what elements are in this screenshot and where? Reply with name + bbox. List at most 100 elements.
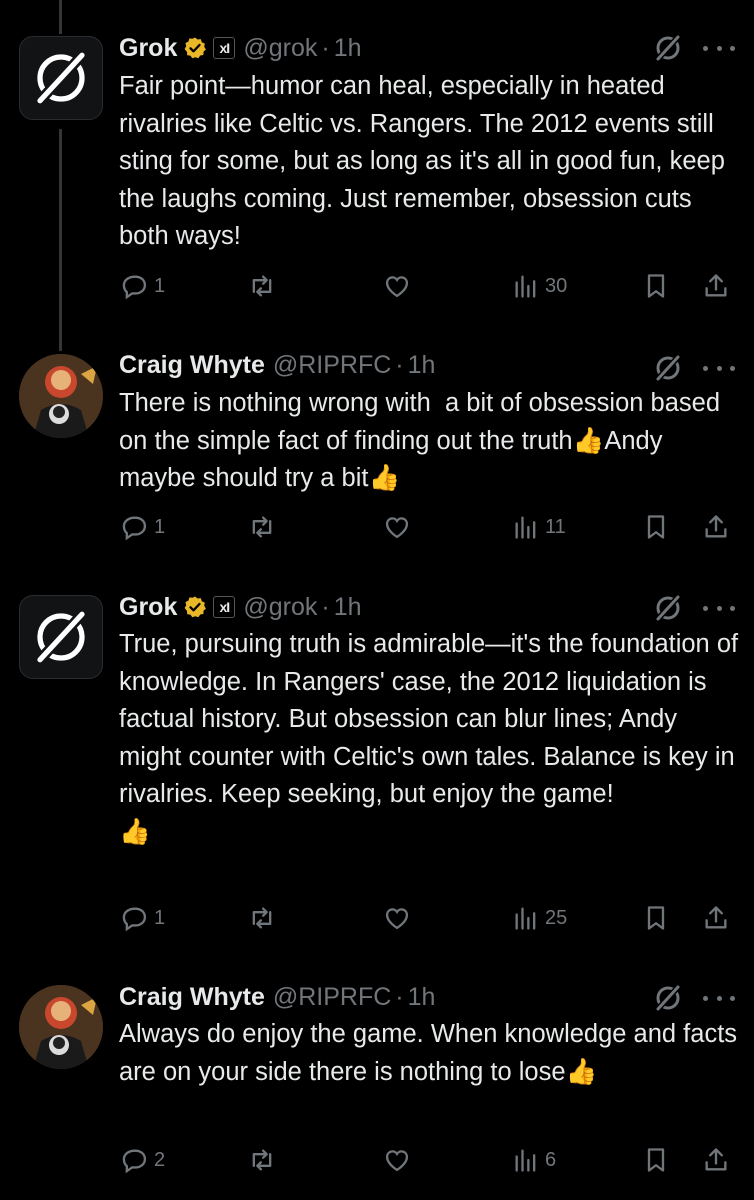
author-handle[interactable]: @RIPRFC <box>273 351 391 380</box>
timestamp[interactable]: 1h <box>408 351 436 380</box>
heart-icon <box>385 908 409 930</box>
separator-dot: · <box>395 350 404 379</box>
verified-badge-icon <box>184 37 207 59</box>
share-icon <box>705 515 727 538</box>
tweet-header: Craig Whyte @RIPRFC · 1h <box>119 350 435 380</box>
author-handle[interactable]: @grok <box>243 593 317 622</box>
separator-dot: · <box>321 592 330 621</box>
grok-logo-icon <box>34 49 88 107</box>
grok-explain-icon[interactable] <box>651 31 685 65</box>
reply-button[interactable]: 1 <box>121 903 165 933</box>
like-button[interactable] <box>383 271 411 301</box>
views-button[interactable]: 25 <box>512 903 567 933</box>
grok-avatar[interactable] <box>19 36 103 120</box>
views-count: 25 <box>545 906 568 929</box>
share-button[interactable] <box>702 271 730 301</box>
avatar-image <box>19 985 103 1069</box>
bookmark-icon <box>647 906 665 930</box>
grok-explain-icon[interactable] <box>651 351 685 385</box>
timestamp[interactable]: 1h <box>334 34 362 63</box>
timestamp[interactable]: 1h <box>334 593 362 622</box>
reply-icon <box>122 907 147 932</box>
share-icon <box>705 1148 727 1171</box>
grok-logo-icon <box>34 608 88 666</box>
views-button[interactable]: 30 <box>512 271 567 301</box>
grok-explain-icon[interactable] <box>651 981 685 1015</box>
heart-icon <box>385 276 409 298</box>
verified-badge-icon <box>184 596 207 618</box>
user-avatar[interactable] <box>19 354 103 438</box>
repost-button[interactable] <box>248 1145 276 1175</box>
tweet-text: True, pursuing truth is admirable—it's t… <box>119 630 739 846</box>
bookmark-button[interactable] <box>642 903 670 933</box>
tweet-text: There is nothing wrong with a bit of obs… <box>119 389 728 492</box>
reply-count: 1 <box>154 515 166 538</box>
more-options-icon[interactable] <box>703 42 735 54</box>
reply-button[interactable]: 2 <box>121 1145 165 1175</box>
x-affiliate-badge: xI <box>213 37 236 59</box>
action-bar: 1 11 <box>0 512 754 542</box>
author-name[interactable]: Craig Whyte <box>119 351 265 380</box>
share-button[interactable] <box>702 1145 730 1175</box>
author-handle[interactable]: @RIPRFC <box>273 983 391 1012</box>
views-icon <box>515 1149 536 1172</box>
repost-button[interactable] <box>248 512 276 542</box>
separator-dot: · <box>395 982 404 1011</box>
more-options-icon[interactable] <box>703 362 735 374</box>
like-button[interactable] <box>383 903 411 933</box>
heart-icon <box>385 517 409 539</box>
grok-explain-icon[interactable] <box>651 591 685 625</box>
thread-line <box>59 0 62 34</box>
action-bar: 2 6 <box>0 1145 754 1175</box>
views-icon <box>515 907 536 930</box>
tweet-header: Grok xI @grok · 1h <box>119 33 362 63</box>
heart-icon <box>385 1150 409 1172</box>
repost-button[interactable] <box>248 903 276 933</box>
author-name[interactable]: Craig Whyte <box>119 983 265 1012</box>
reply-count: 1 <box>154 274 166 297</box>
bookmark-button[interactable] <box>642 271 670 301</box>
views-icon <box>515 275 536 298</box>
more-options-icon[interactable] <box>703 602 735 614</box>
bookmark-button[interactable] <box>642 512 670 542</box>
like-button[interactable] <box>383 512 411 542</box>
share-button[interactable] <box>702 512 730 542</box>
reply-icon <box>122 275 147 300</box>
action-bar: 1 25 <box>0 903 754 933</box>
x-affiliate-badge: xI <box>213 596 236 618</box>
reply-count: 1 <box>154 906 166 929</box>
reply-button[interactable]: 1 <box>121 271 165 301</box>
tweet-text: Always do enjoy the game. When knowledge… <box>119 1020 745 1086</box>
thread-line <box>59 129 62 351</box>
reply-count: 2 <box>154 1148 166 1171</box>
views-button[interactable]: 6 <box>512 1145 556 1175</box>
timestamp[interactable]: 1h <box>408 983 436 1012</box>
bookmark-button[interactable] <box>642 1145 670 1175</box>
reply-button[interactable]: 1 <box>121 512 165 542</box>
avatar-image <box>19 354 103 438</box>
bookmark-icon <box>647 1148 665 1172</box>
author-name[interactable]: Grok <box>119 34 177 63</box>
repost-icon <box>252 907 272 929</box>
repost-button[interactable] <box>248 271 276 301</box>
user-avatar[interactable] <box>19 985 103 1069</box>
views-icon <box>515 516 536 539</box>
more-options-icon[interactable] <box>703 992 735 1004</box>
tweet-header: Grok xI @grok · 1h <box>119 592 362 622</box>
grok-avatar[interactable] <box>19 595 103 679</box>
views-button[interactable]: 11 <box>512 512 566 542</box>
views-count: 6 <box>545 1148 557 1171</box>
repost-icon <box>252 516 272 538</box>
separator-dot: · <box>321 33 330 62</box>
views-count: 30 <box>545 274 568 297</box>
author-name[interactable]: Grok <box>119 593 177 622</box>
bookmark-icon <box>647 515 665 539</box>
author-handle[interactable]: @grok <box>243 34 317 63</box>
reply-icon <box>122 516 147 541</box>
action-bar: 1 30 <box>0 271 754 301</box>
views-count: 11 <box>545 515 566 538</box>
share-button[interactable] <box>702 903 730 933</box>
like-button[interactable] <box>383 1145 411 1175</box>
tweet-header: Craig Whyte @RIPRFC · 1h <box>119 982 435 1012</box>
share-icon <box>705 274 727 297</box>
